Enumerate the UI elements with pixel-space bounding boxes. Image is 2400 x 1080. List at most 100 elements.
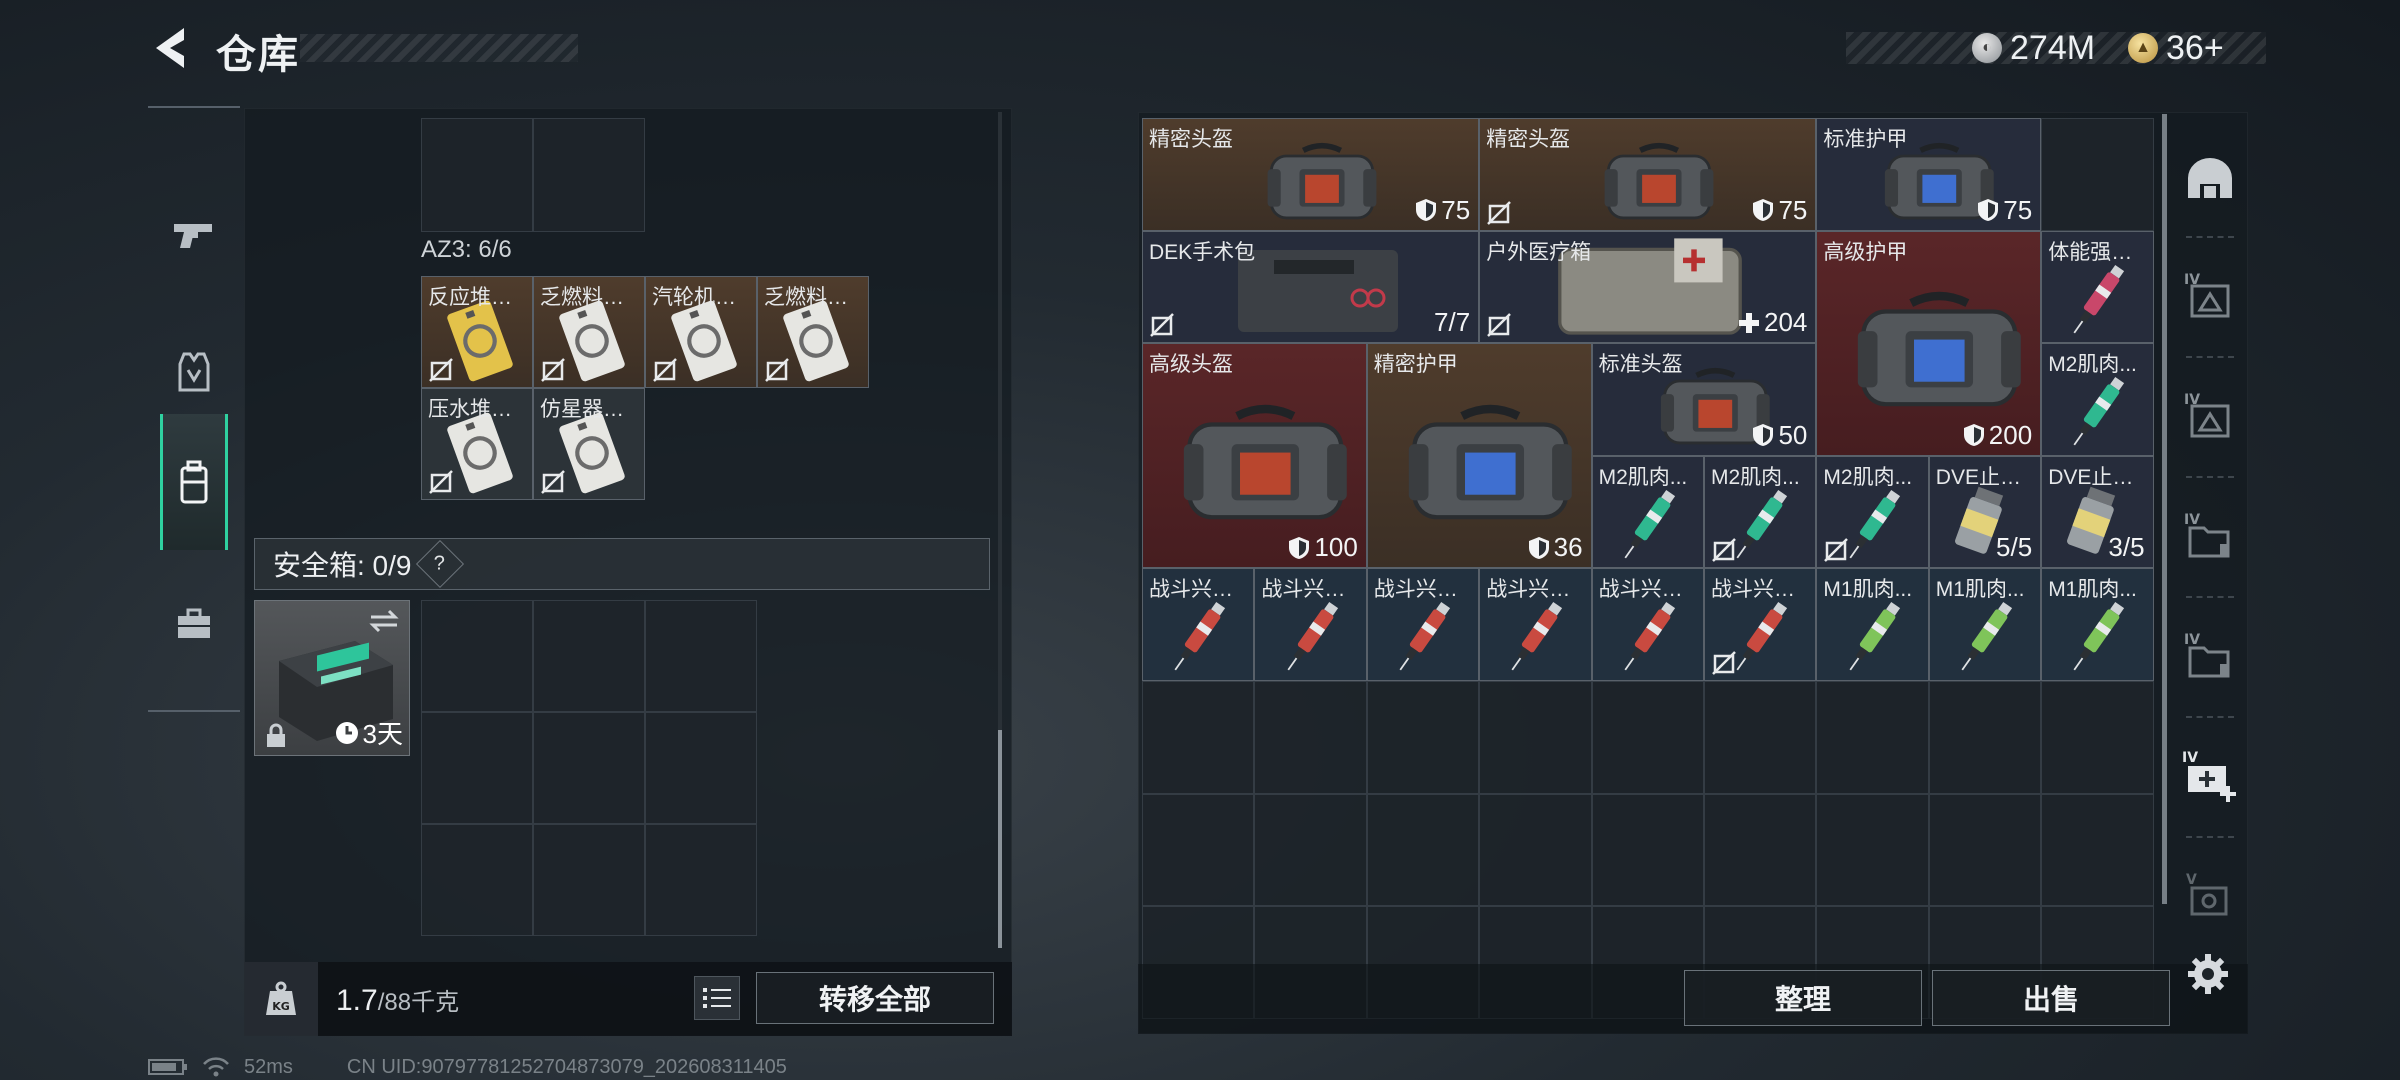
empty-grid-cell[interactable] [421,118,533,232]
safe-box-slot[interactable] [533,824,645,936]
left-tab-bar [148,106,240,712]
sell-button[interactable]: 出售 [1932,970,2170,1026]
tab-folder-IV[interactable]: IV [2176,486,2244,586]
tab-folder-IV-2[interactable]: IV [2176,606,2244,706]
keycard-item[interactable]: 汽轮机控... [645,276,757,388]
advanced-armor-item[interactable]: 高级护甲 200 [1816,230,2042,456]
combat-stimulant-item[interactable]: 战斗兴奋剂 [1366,568,1480,681]
outdoor-medkit-item[interactable]: 户外医疗箱 204 [1479,230,1817,344]
safe-box-slot[interactable] [533,712,645,824]
tab-backpack[interactable] [160,414,228,550]
precision-helmet-item[interactable]: 精密头盔 75 [1142,118,1480,231]
list-view-button[interactable] [694,976,740,1020]
dek-surgical-kit-item[interactable]: DEK手术包 7/7 [1142,230,1480,344]
warehouse-slot[interactable] [2041,681,2154,794]
keycard-item[interactable]: 压水堆服... [421,388,533,500]
shield-icon [1753,424,1774,447]
combat-stimulant-item[interactable]: 战斗兴奋剂 [1254,568,1367,681]
combat-stimulant-item[interactable]: 战斗兴奋剂 [1142,568,1255,681]
help-button[interactable]: ? [416,539,465,589]
m1-muscle-booster-item[interactable]: M1肌肉... [2041,568,2154,681]
warehouse-slot[interactable] [1591,793,1704,907]
warehouse-slot[interactable] [1704,681,1817,794]
no-drop-icon [541,470,565,494]
advanced-helmet-item[interactable]: 高级头盔 100 [1142,343,1367,569]
tab-container-IV-2[interactable]: IV [2176,366,2244,466]
m2-muscle-booster-item[interactable]: M2肌肉... [1704,455,1817,569]
safe-box-slot[interactable] [421,824,533,936]
swap-icon[interactable] [367,607,401,635]
item-value: 3/5 [2108,532,2144,563]
item-label: 户外医疗箱 [1486,240,1592,264]
warehouse-slot[interactable] [1479,793,1592,907]
combat-stimulant-item[interactable]: 战斗兴奋剂 [1704,568,1817,681]
warehouse-slot[interactable] [2041,793,2154,907]
gear-bag-image [1408,404,1572,519]
tab-briefcase[interactable] [160,556,228,692]
tab-medkit-add[interactable]: IV [2176,726,2244,826]
briefcase-icon [178,608,210,638]
safe-box-item[interactable]: 3天 [254,600,410,756]
warehouse-slot[interactable] [1479,681,1592,794]
settings-gear-icon[interactable] [2186,952,2230,996]
combat-stimulant-item[interactable]: 战斗兴奋剂 [1479,568,1592,681]
warehouse-slot[interactable] [1366,793,1480,907]
empty-grid-cell[interactable] [533,118,645,232]
warehouse-slot[interactable] [2041,118,2154,231]
transfer-all-button[interactable]: 转移全部 [756,972,994,1024]
warehouse-slot[interactable] [1142,681,1255,794]
warehouse-slot[interactable] [1928,793,2042,907]
combat-stimulant-item[interactable]: 战斗兴奋剂 [1591,568,1704,681]
standard-armor-item[interactable]: 标准护甲 75 [1816,118,2042,231]
warehouse-slot[interactable] [1366,681,1480,794]
warehouse-scrollbar-thumb[interactable] [2162,114,2167,904]
safe-box-slot[interactable] [645,824,757,936]
m2-muscle-booster-item[interactable]: M2肌肉... [2041,343,2154,456]
tab-container-IV[interactable]: IV [2176,246,2244,346]
m2-muscle-booster-item[interactable]: M2肌肉... [1816,455,1929,569]
keycard-item[interactable]: 反应堆总... [421,276,533,388]
tab-weapons[interactable] [160,168,228,304]
warehouse-slot[interactable] [1816,681,1929,794]
safe-box-slot[interactable] [645,600,757,712]
warehouse-slot[interactable] [1591,681,1704,794]
warehouse-slot[interactable] [1142,793,1255,907]
tab-container-V[interactable]: V [2176,846,2244,946]
pistol-icon [174,224,212,248]
back-arrow-icon[interactable] [148,24,192,72]
backpack-scrollbar-thumb[interactable] [998,730,1002,948]
syringe-image [2073,377,2125,446]
warehouse-slot[interactable] [1816,793,1929,907]
silver-amount: 274M [2010,28,2096,67]
keycard-item[interactable]: 乏燃料厂... [533,276,645,388]
m1-muscle-booster-item[interactable]: M1肌肉... [1816,568,1929,681]
m1-muscle-booster-item[interactable]: M1肌肉... [1928,568,2042,681]
keycard-item[interactable]: 乏燃料厂... [757,276,869,388]
keycard-item[interactable]: 仿星器控... [533,388,645,500]
shield-icon [1416,199,1437,222]
sort-button[interactable]: 整理 [1684,970,1922,1026]
dve-painkiller-item[interactable]: DVE止疼片 5/5 [1928,455,2042,569]
safe-box-slot[interactable] [645,712,757,824]
item-label: 战斗兴奋剂 [1261,578,1362,602]
item-value-text: 36 [1553,532,1583,563]
warehouse-slot[interactable] [1928,681,2042,794]
warehouse-slot[interactable] [1254,681,1367,794]
dve-painkiller-item[interactable]: DVE止疼片 3/5 [2041,455,2154,569]
no-drop-icon [1150,313,1174,338]
stamina-booster-item[interactable]: 体能强化剂 [2041,230,2154,344]
gold-currency[interactable]: ▲ 36+ [2128,26,2224,70]
gear-bag-image [1858,291,2022,407]
shield-icon [1753,199,1774,222]
warehouse-slot[interactable] [1704,793,1817,907]
safe-box-slot[interactable] [421,600,533,712]
safe-box-slot[interactable] [421,712,533,824]
safe-box-slot[interactable] [533,600,645,712]
precision-helmet-item[interactable]: 精密头盔 75 [1479,118,1817,231]
m2-muscle-booster-item[interactable]: M2肌肉... [1591,455,1704,569]
warehouse-slot[interactable] [1254,793,1367,907]
silver-currency[interactable]: ◐ 274M [1972,26,2095,70]
standard-helmet-item[interactable]: 标准头盔 50 [1591,343,1817,456]
tab-helmet-storage[interactable] [2176,128,2244,228]
precision-armor-item[interactable]: 精密护甲 36 [1366,343,1592,569]
